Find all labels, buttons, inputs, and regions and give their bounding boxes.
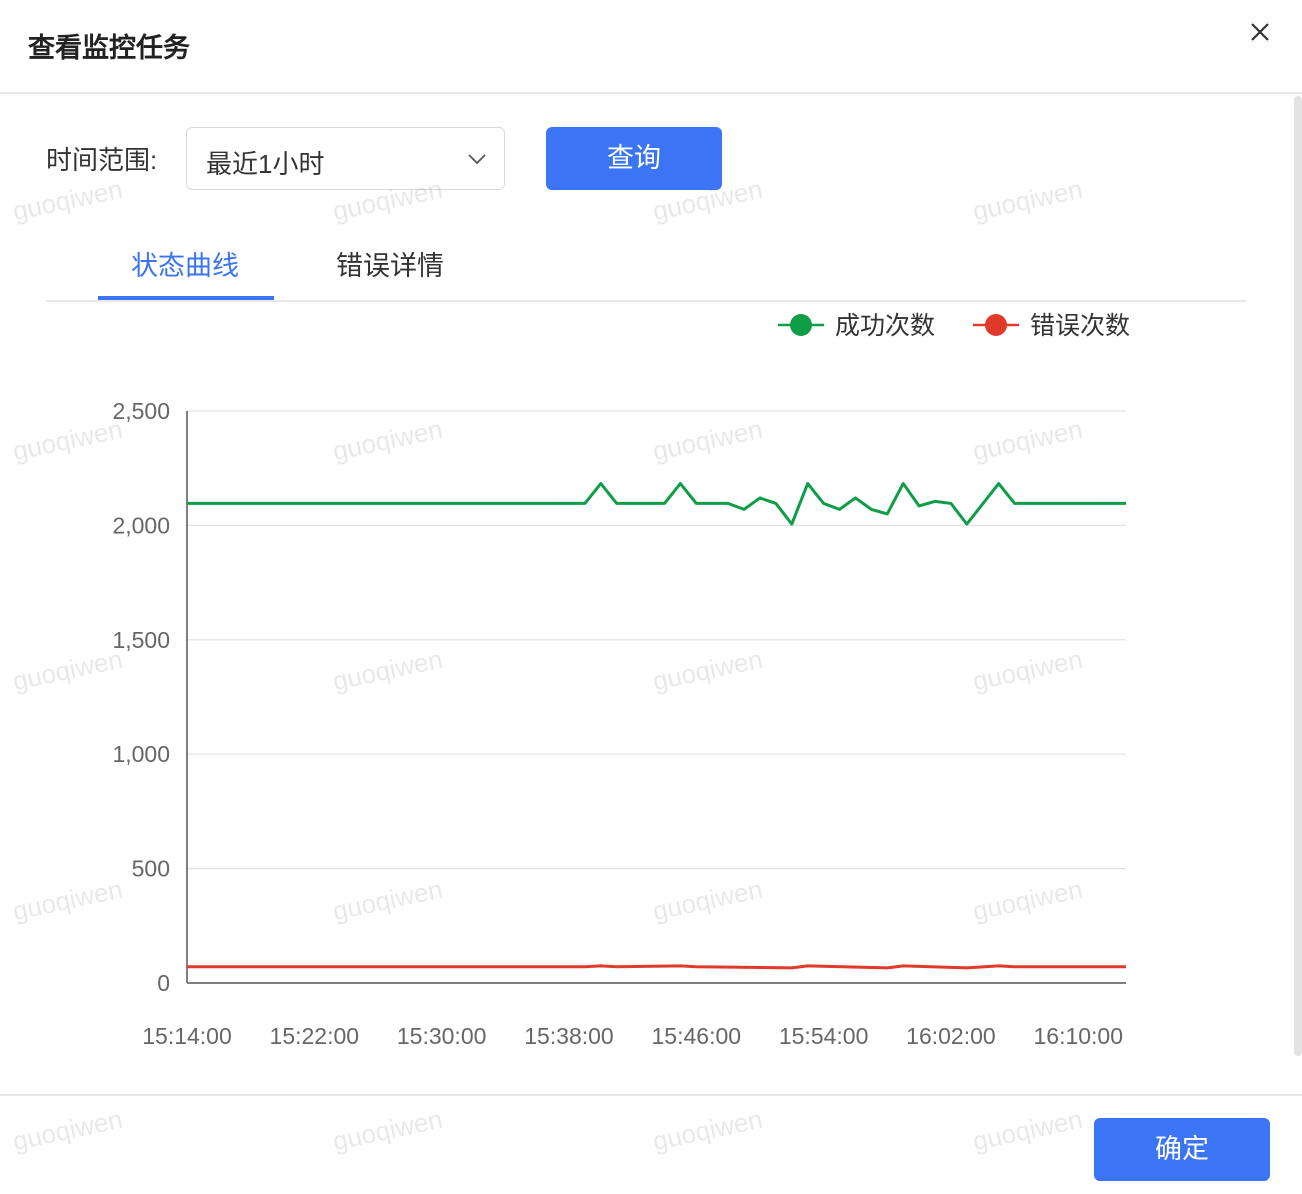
y-tick-label: 500 — [132, 856, 170, 882]
chart-grid — [186, 410, 1126, 984]
tab-error-details[interactable]: 错误详情 — [336, 244, 444, 283]
chevron-down-icon — [468, 154, 486, 165]
tab-bar: 状态曲线 错误详情 — [46, 230, 1246, 302]
series-line-1 — [187, 964, 1126, 970]
time-range-label: 时间范围: — [46, 145, 158, 175]
dialog-footer: 确定 — [0, 1094, 1302, 1194]
x-tick-label: 15:14:00 — [142, 1023, 232, 1049]
y-axis: 0 500 1,000 1,500 2,000 2,500 — [112, 398, 170, 996]
x-tick-label: 16:10:00 — [1033, 1023, 1123, 1049]
y-tick-label: 2,500 — [112, 398, 170, 424]
legend-label: 错误次数 — [1030, 312, 1130, 340]
dialog-title: 查看监控任务 — [28, 33, 190, 63]
x-axis: 15:14:00 15:22:00 15:30:00 15:38:00 15:46:00… — [142, 1023, 1123, 1049]
query-button[interactable]: 查询 — [546, 127, 722, 190]
time-range-value: 最近1小时 — [206, 149, 325, 179]
legend-label: 成功次数 — [835, 312, 935, 340]
series-line-0 — [187, 482, 1126, 526]
status-line-chart: 成功次数 错误次数 0 500 1,000 1,500 2,000 2,500 15:14:… — [112, 312, 1130, 1049]
x-tick-label: 15:46:00 — [652, 1023, 742, 1049]
chart-legend: 成功次数 错误次数 — [778, 312, 1130, 340]
y-tick-label: 1,000 — [112, 741, 170, 767]
x-tick-label: 15:38:00 — [524, 1023, 614, 1049]
dialog-header: 查看监控任务 — [0, 0, 1302, 94]
x-tick-label: 15:54:00 — [779, 1023, 869, 1049]
tab-status-curve[interactable]: 状态曲线 — [131, 244, 239, 283]
y-tick-label: 1,500 — [112, 627, 170, 653]
x-tick-label: 15:22:00 — [270, 1023, 360, 1049]
chart-series — [187, 482, 1126, 970]
time-range-select[interactable]: 最近1小时 — [186, 127, 505, 190]
legend-marker — [985, 314, 1007, 336]
ok-button[interactable]: 确定 — [1094, 1118, 1270, 1181]
x-tick-label: 16:02:00 — [906, 1023, 996, 1049]
watermark-text: guoqiwen — [9, 173, 126, 227]
x-tick-label: 15:30:00 — [397, 1023, 487, 1049]
legend-marker — [790, 314, 812, 336]
y-tick-label: 0 — [157, 970, 170, 996]
watermark-text: guoqiwen — [969, 173, 1086, 227]
y-tick-label: 2,000 — [112, 512, 170, 538]
close-icon[interactable] — [1244, 16, 1276, 48]
